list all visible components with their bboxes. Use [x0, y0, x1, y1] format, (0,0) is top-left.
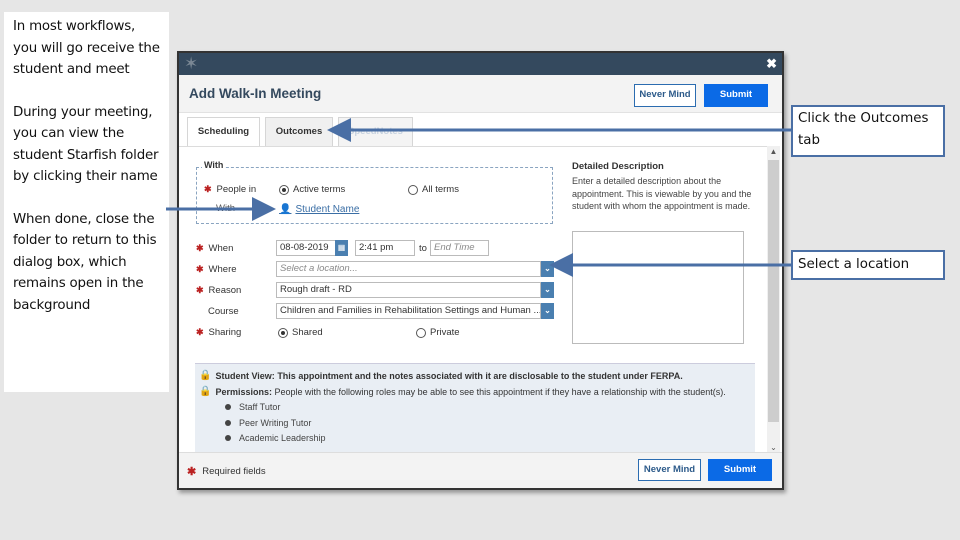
scroll-up-icon[interactable]: ▲ — [767, 147, 780, 156]
required-fields-note: ✱ Required fields — [187, 466, 266, 478]
required-icon: ✱ — [196, 285, 204, 295]
with-fieldset — [196, 167, 553, 224]
student-name-link[interactable]: 👤 Student Name — [279, 204, 359, 215]
content-scrollbar[interactable]: ▲ ⌄ — [767, 146, 780, 452]
dialog-title: Add Walk-In Meeting — [189, 86, 322, 101]
radio-selected-icon — [279, 184, 289, 195]
tab-scheduling[interactable]: Scheduling — [187, 117, 260, 146]
reason-select[interactable]: Rough draft - RD — [276, 282, 541, 298]
end-time-input[interactable]: End Time — [430, 240, 489, 256]
date-input[interactable]: 08-08-2019 — [276, 240, 336, 256]
required-icon: ✱ — [196, 264, 204, 274]
start-time-input[interactable]: 2:41 pm — [355, 240, 415, 256]
dialog-header: Add Walk-In Meeting Never Mind Submit — [179, 75, 782, 113]
with-label: With — [216, 203, 235, 214]
permissions-notice: 🔒 Permissions: People with the following… — [199, 386, 726, 397]
course-select[interactable]: Children and Families in Rehabilitation … — [276, 303, 541, 319]
course-label: Course — [208, 306, 239, 317]
required-icon: ✱ — [187, 466, 197, 478]
calendar-icon[interactable]: ▦ — [335, 240, 348, 256]
never-mind-button[interactable]: Never Mind — [634, 84, 696, 107]
tab-speednotes[interactable]: SpeedNotes — [338, 117, 413, 146]
person-icon: 👤 — [279, 204, 292, 215]
chevron-down-icon[interactable]: ⌄ — [541, 282, 554, 298]
location-select[interactable]: Select a location... — [276, 261, 541, 277]
permissions-panel: 🔒 Student View: This appointment and the… — [195, 363, 755, 452]
when-label: ✱ When — [196, 243, 234, 254]
with-legend: With — [202, 160, 226, 170]
role-item: Staff Tutor — [225, 402, 280, 412]
description-title: Detailed Description — [572, 161, 664, 172]
footer-submit-button[interactable]: Submit — [708, 459, 772, 481]
footer-never-mind-button[interactable]: Never Mind — [638, 459, 701, 481]
where-label: ✱ Where — [196, 264, 237, 275]
lock-icon: 🔒 — [199, 386, 212, 397]
instruction-text-3: When done, close the folder to return to… — [13, 211, 157, 313]
chevron-down-icon[interactable]: ⌄ — [541, 303, 554, 319]
required-icon: ✱ — [204, 184, 212, 194]
private-radio[interactable]: Private — [416, 327, 460, 338]
submit-button[interactable]: Submit — [704, 84, 768, 107]
add-walk-in-meeting-dialog: ✶ ✖ Add Walk-In Meeting Never Mind Submi… — [177, 51, 784, 490]
role-item: Academic Leadership — [225, 433, 326, 443]
scroll-down-icon[interactable]: ⌄ — [767, 443, 780, 452]
required-icon: ✱ — [196, 243, 204, 253]
chevron-down-icon[interactable]: ⌄ — [541, 261, 554, 277]
dialog-footer: ✱ Required fields Never Mind Submit — [179, 452, 782, 488]
callout-outcomes-tab: Click the Outcomes tab — [791, 105, 945, 157]
student-view-notice: 🔒 Student View: This appointment and the… — [199, 370, 683, 381]
description-help: Enter a detailed description about the a… — [572, 176, 752, 211]
dialog-titlebar: ✶ ✖ — [179, 53, 782, 75]
instruction-panel: In most workflows, you will go receive t… — [4, 12, 169, 392]
active-terms-radio[interactable]: Active terms — [279, 184, 345, 195]
starfish-icon: ✶ — [184, 54, 199, 73]
all-terms-radio[interactable]: All terms — [408, 184, 459, 195]
instruction-text-1: In most workflows, you will go receive t… — [13, 19, 160, 77]
lock-icon: 🔒 — [199, 370, 212, 381]
reason-label: ✱ Reason — [196, 285, 242, 296]
radio-empty-icon — [408, 184, 418, 195]
radio-selected-icon — [278, 327, 288, 338]
tab-outcomes[interactable]: Outcomes — [265, 117, 333, 146]
callout-select-location: Select a location — [791, 250, 945, 280]
people-in-label: ✱ People in — [204, 184, 257, 195]
to-label: to — [419, 243, 427, 254]
sharing-label: ✱ Sharing — [196, 327, 242, 338]
shared-radio[interactable]: Shared — [278, 327, 323, 338]
instruction-text-2: During your meeting, you can view the st… — [13, 104, 159, 185]
close-icon[interactable]: ✖ — [766, 55, 777, 72]
description-textarea[interactable] — [572, 231, 744, 344]
scrollbar-thumb[interactable] — [768, 160, 779, 422]
radio-empty-icon — [416, 327, 426, 338]
scheduling-form: With ✱ People in With Active terms All te… — [179, 146, 767, 452]
role-item: Peer Writing Tutor — [225, 418, 311, 428]
required-icon: ✱ — [196, 327, 204, 337]
